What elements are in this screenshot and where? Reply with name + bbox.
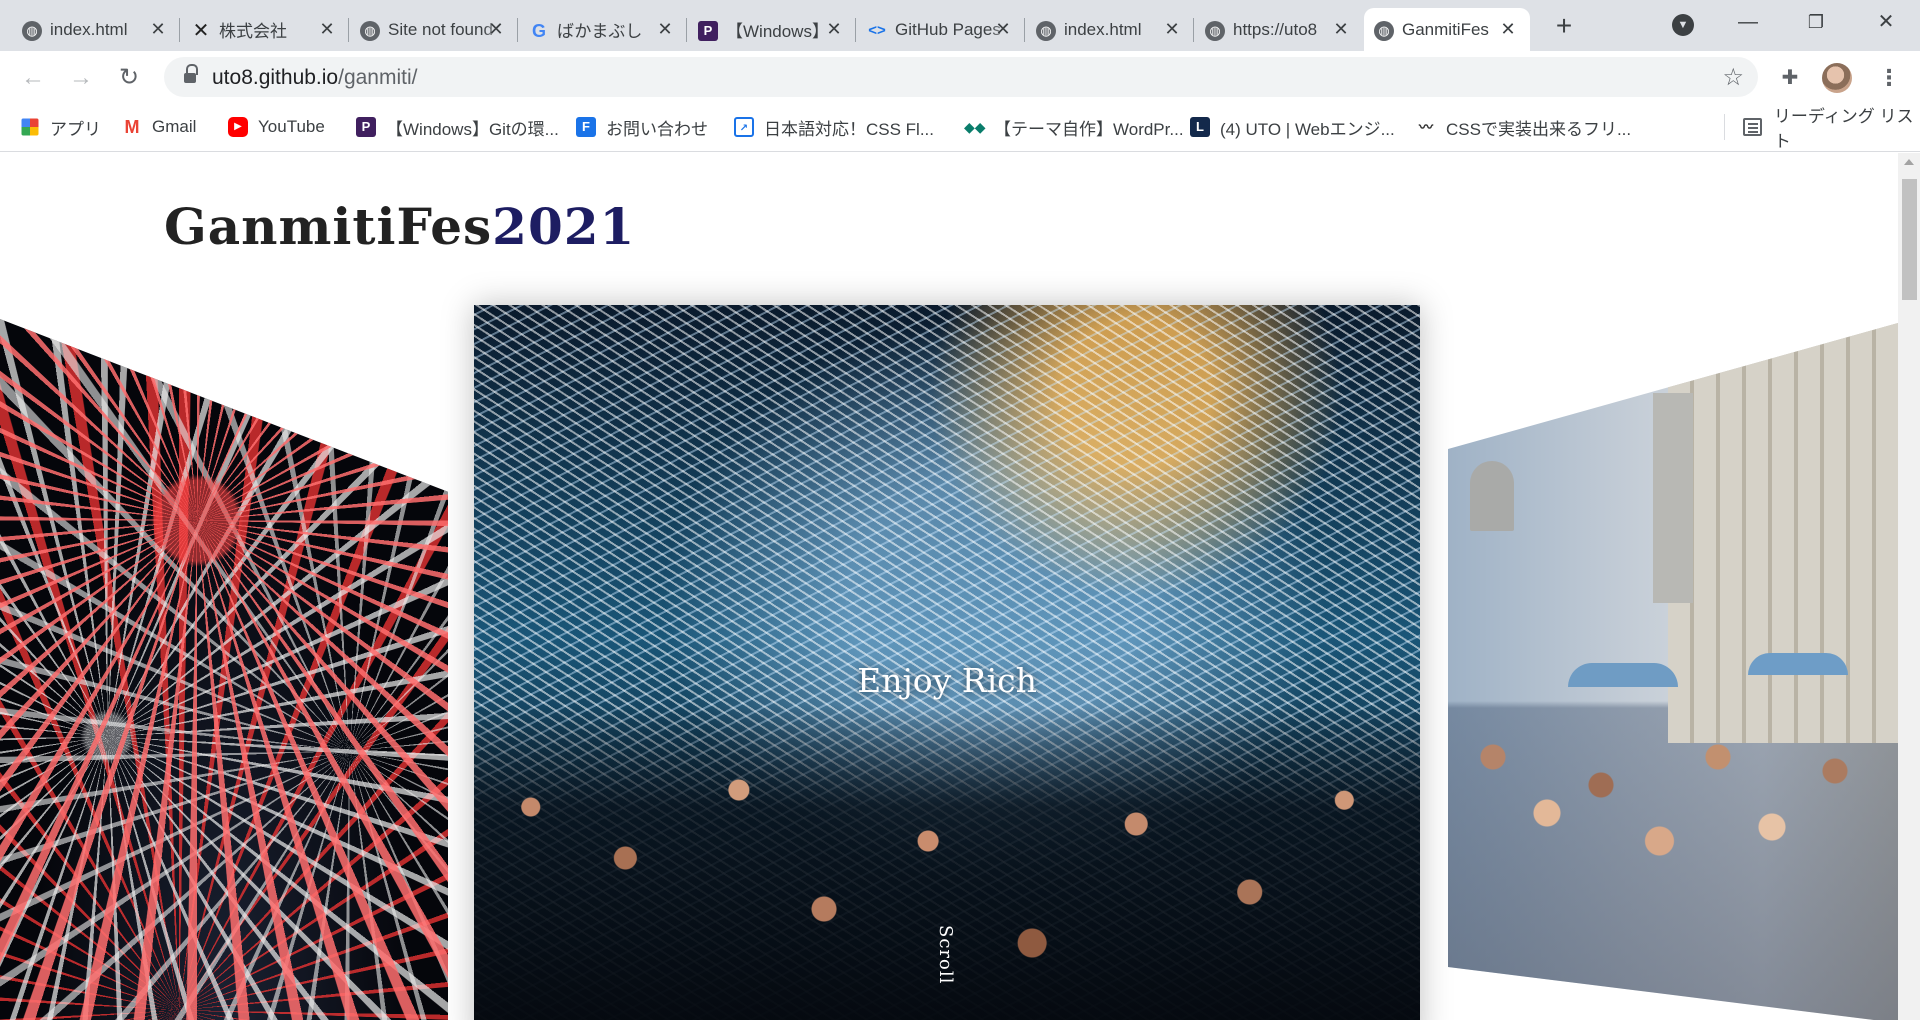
close-icon[interactable]: ✕ — [148, 19, 168, 39]
tab-index-2[interactable]: ◍ index.html ✕ — [1026, 8, 1194, 51]
reading-list-icon — [1743, 118, 1762, 136]
p-logo-icon: P — [356, 117, 376, 137]
bookmark-apps[interactable]: アプリ — [20, 114, 101, 140]
tab-strip: ◍ index.html ✕ ✕ 株式会社 ✕ ◍ Site not found… — [0, 0, 1920, 51]
tab-site-not-found[interactable]: ◍ Site not found ✕ — [350, 8, 518, 51]
new-tab-button[interactable]: + — [1550, 12, 1578, 41]
bookmark-label: 【Windows】Gitの環... — [386, 119, 559, 139]
wp-icon: ◆◆ — [964, 119, 986, 135]
scroll-indicator-label[interactable]: Scroll — [935, 925, 956, 1020]
tab-ganmitifes[interactable]: ◍ GanmitiFes ✕ — [1364, 8, 1530, 51]
bookmarks-bar: アプリ M Gmail ▶ YouTube P 【Windows】Gitの環..… — [0, 104, 1920, 152]
minimize-button[interactable]: — — [1718, 0, 1778, 44]
restore-button[interactable]: ❐ — [1786, 0, 1846, 44]
site-title-year: 2021 — [492, 197, 636, 256]
bookmark-youtube[interactable]: ▶ YouTube — [228, 114, 325, 140]
globe-icon: ◍ — [1036, 21, 1056, 41]
close-icon[interactable]: ✕ — [1498, 19, 1518, 39]
profile-avatar[interactable] — [1822, 63, 1852, 93]
close-icon[interactable]: ✕ — [1162, 19, 1182, 39]
gmail-icon: M — [124, 117, 140, 137]
tab-search-icon[interactable]: ▼ — [1672, 14, 1694, 36]
bookmark-label: アプリ — [50, 119, 101, 139]
youtube-icon: ▶ — [228, 117, 248, 137]
close-icon[interactable]: ✕ — [824, 19, 844, 39]
bookmark-css-flex[interactable]: ↗ 日本語対応！CSS Fl... — [734, 114, 934, 140]
building-decoration — [1668, 323, 1898, 743]
url-host: uto8.github.io — [212, 66, 339, 89]
address-bar[interactable]: uto8.github.io/ganmiti/ ☆ — [164, 57, 1758, 97]
bookmark-star-icon[interactable]: ☆ — [1722, 63, 1744, 92]
close-icon[interactable]: ✕ — [317, 19, 337, 39]
reading-list-button[interactable]: リーディング リスト — [1724, 107, 1920, 151]
p-logo-icon: P — [698, 21, 718, 41]
lock-icon[interactable] — [184, 64, 198, 83]
google-icon: G — [531, 21, 546, 41]
tab-company[interactable]: ✕ 株式会社 ✕ — [181, 8, 349, 51]
bookmark-windows-git[interactable]: P 【Windows】Gitの環... — [356, 114, 559, 140]
slide-fireworks-image[interactable] — [0, 319, 448, 1020]
bookmark-gmail[interactable]: M Gmail — [122, 114, 197, 140]
page-scrollbar[interactable] — [1898, 153, 1920, 1020]
browser-toolbar: ← → ↻ uto8.github.io/ganmiti/ ☆ ✚ ⋮ — [0, 51, 1920, 104]
bookmark-label: お問い合わせ — [606, 119, 708, 139]
tab-windows[interactable]: P 【Windows】 ✕ — [688, 8, 856, 51]
back-button[interactable]: ← — [18, 63, 48, 93]
bookmark-label: 日本語対応！CSS Fl... — [764, 119, 935, 139]
slide-crowd-plaza-image[interactable] — [1448, 323, 1898, 1020]
code-icon: <> — [868, 22, 886, 39]
bookmark-label: YouTube — [258, 117, 325, 136]
globe-icon: ◍ — [22, 21, 42, 41]
bookmark-label: (4) UTO | Webエンジ... — [1220, 119, 1395, 139]
apps-grid-icon — [21, 118, 39, 136]
umbrella-decoration — [1568, 663, 1678, 687]
scroll-up-arrow-icon[interactable] — [1904, 159, 1914, 165]
bookmark-css-free[interactable]: 〰 CSSで実装出来るフリ... — [1416, 114, 1631, 140]
close-icon[interactable]: ✕ — [486, 19, 506, 39]
reload-button[interactable]: ↻ — [114, 63, 144, 93]
close-icon[interactable]: ✕ — [993, 19, 1013, 39]
tower-decoration — [1653, 393, 1693, 603]
tab-https-uto8[interactable]: ◍ https://uto8 ✕ — [1195, 8, 1363, 51]
bookmark-wordpress[interactable]: ◆◆ 【テーマ自作】WordPr... — [964, 114, 1184, 140]
bookmark-label: 【テーマ自作】WordPr... — [994, 119, 1184, 139]
url-path: /ganmiti/ — [338, 66, 418, 89]
umbrella-decoration — [1748, 653, 1848, 675]
bookmark-uto[interactable]: L (4) UTO | Webエンジ... — [1190, 114, 1395, 140]
site-title-main: GanmitiFes — [164, 197, 493, 256]
tab-index-1[interactable]: ◍ index.html ✕ — [12, 8, 180, 51]
close-icon[interactable]: ✕ — [655, 19, 675, 39]
dome-decoration — [1470, 461, 1514, 531]
tab-github-pages[interactable]: <> GitHub Pages ✕ — [857, 8, 1025, 51]
extensions-puzzle-icon[interactable]: ✚ — [1778, 65, 1802, 89]
url-text[interactable]: uto8.github.io/ganmiti/ — [212, 66, 417, 90]
close-icon[interactable]: ✕ — [1331, 19, 1351, 39]
site-title[interactable]: GanmitiFes2021 — [164, 197, 635, 256]
bookmark-label: Gmail — [152, 117, 197, 136]
kebab-menu-icon[interactable]: ⋮ — [1878, 63, 1900, 93]
css-icon: ↗ — [734, 117, 754, 137]
slide-caption: Enjoy Rich — [857, 661, 1037, 700]
reading-list-label: リーディング リスト — [1773, 107, 1914, 151]
l-logo-icon: L — [1190, 117, 1210, 137]
x-logo-icon: ✕ — [192, 20, 210, 42]
wave-icon: 〰 — [1419, 119, 1433, 135]
slide-concert-image[interactable]: Enjoy Rich Scroll — [474, 305, 1420, 1020]
close-window-button[interactable]: ✕ — [1856, 0, 1916, 44]
tab-google[interactable]: G ばかまぶし ✕ — [519, 8, 687, 51]
globe-icon: ◍ — [1205, 21, 1225, 41]
globe-icon: ◍ — [360, 21, 380, 41]
f-logo-icon: F — [576, 117, 596, 137]
scrollbar-thumb[interactable] — [1902, 179, 1917, 300]
bookmark-contact[interactable]: F お問い合わせ — [576, 114, 708, 140]
page-viewport: GanmitiFes2021 Enjoy Rich Scroll — [0, 153, 1898, 1020]
globe-icon: ◍ — [1374, 21, 1394, 41]
bookmark-label: CSSで実装出来るフリ... — [1446, 119, 1632, 139]
forward-button[interactable]: → — [66, 63, 96, 93]
